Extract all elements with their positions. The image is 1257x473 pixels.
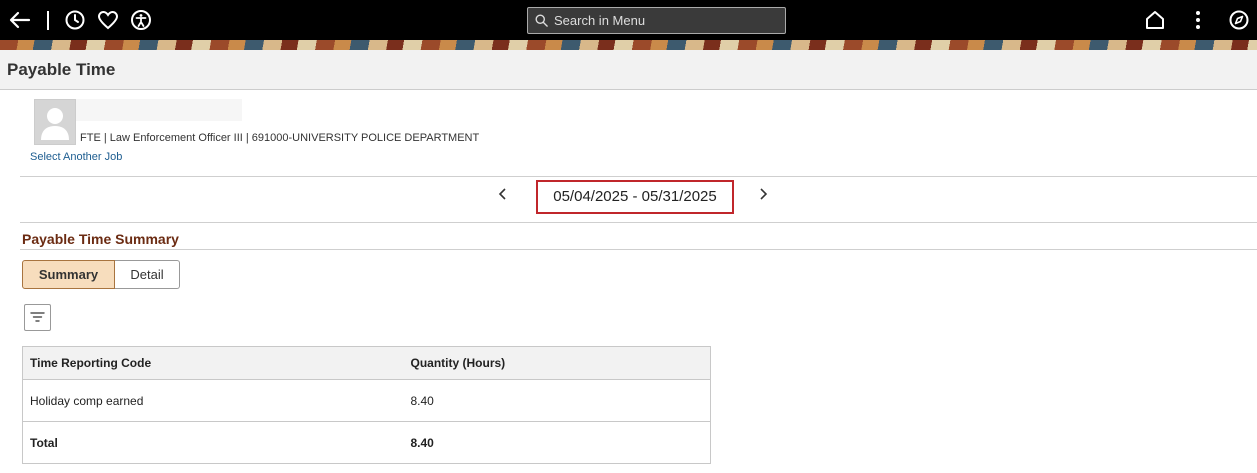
page-title: Payable Time xyxy=(7,60,116,79)
period-date-range: 05/04/2025 - 05/31/2025 xyxy=(536,180,734,214)
page-title-bar: Payable Time xyxy=(0,50,1257,90)
divider xyxy=(20,222,1257,223)
tab-summary[interactable]: Summary xyxy=(22,260,115,289)
actions-menu-icon[interactable] xyxy=(1186,8,1210,32)
section-title: Payable Time Summary xyxy=(22,231,179,247)
total-quantity-cell: 8.40 xyxy=(403,421,711,464)
previous-period-button[interactable] xyxy=(497,186,509,207)
search-placeholder: Search in Menu xyxy=(554,13,646,28)
column-header: Quantity (Hours) xyxy=(403,346,711,380)
select-another-job-link[interactable]: Select Another Job xyxy=(30,151,122,163)
job-info-text: FTE | Law Enforcement Officer III | 6910… xyxy=(80,132,480,144)
divider xyxy=(20,176,1257,177)
employee-name-area xyxy=(76,99,242,121)
total-label-cell: Total xyxy=(22,421,404,464)
chevron-left-icon xyxy=(498,188,506,200)
table-row: Holiday comp earned 8.40 xyxy=(22,379,711,422)
view-toggle: Summary Detail xyxy=(22,260,180,289)
quantity-cell: 8.40 xyxy=(403,379,711,422)
toolbar-divider xyxy=(47,11,49,30)
favorites-heart-icon[interactable] xyxy=(96,8,120,32)
filter-button[interactable] xyxy=(24,304,51,331)
table-total-row: Total 8.40 xyxy=(22,421,711,464)
back-arrow-icon[interactable] xyxy=(8,8,32,32)
chevron-right-icon xyxy=(760,188,768,200)
search-icon xyxy=(535,14,548,27)
tab-detail[interactable]: Detail xyxy=(115,260,180,289)
filter-icon xyxy=(30,312,45,322)
accessibility-icon[interactable] xyxy=(129,8,153,32)
table-header-row: Time Reporting Code Quantity (Hours) xyxy=(22,346,711,380)
person-silhouette-icon xyxy=(41,108,69,140)
column-header: Time Reporting Code xyxy=(22,346,404,380)
decorative-banner xyxy=(0,40,1257,50)
section-underline xyxy=(20,249,1257,250)
home-icon[interactable] xyxy=(1143,8,1167,32)
time-reporting-code-cell: Holiday comp earned xyxy=(22,379,404,422)
top-navigation-bar: Search in Menu xyxy=(0,0,1257,40)
payable-time-table: Time Reporting Code Quantity (Hours) Hol… xyxy=(22,346,711,464)
navigator-compass-icon[interactable] xyxy=(1227,8,1251,32)
recent-history-icon[interactable] xyxy=(63,8,87,32)
next-period-button[interactable] xyxy=(757,186,769,207)
employee-photo-avatar xyxy=(34,99,76,145)
menu-search-input[interactable]: Search in Menu xyxy=(527,7,786,34)
